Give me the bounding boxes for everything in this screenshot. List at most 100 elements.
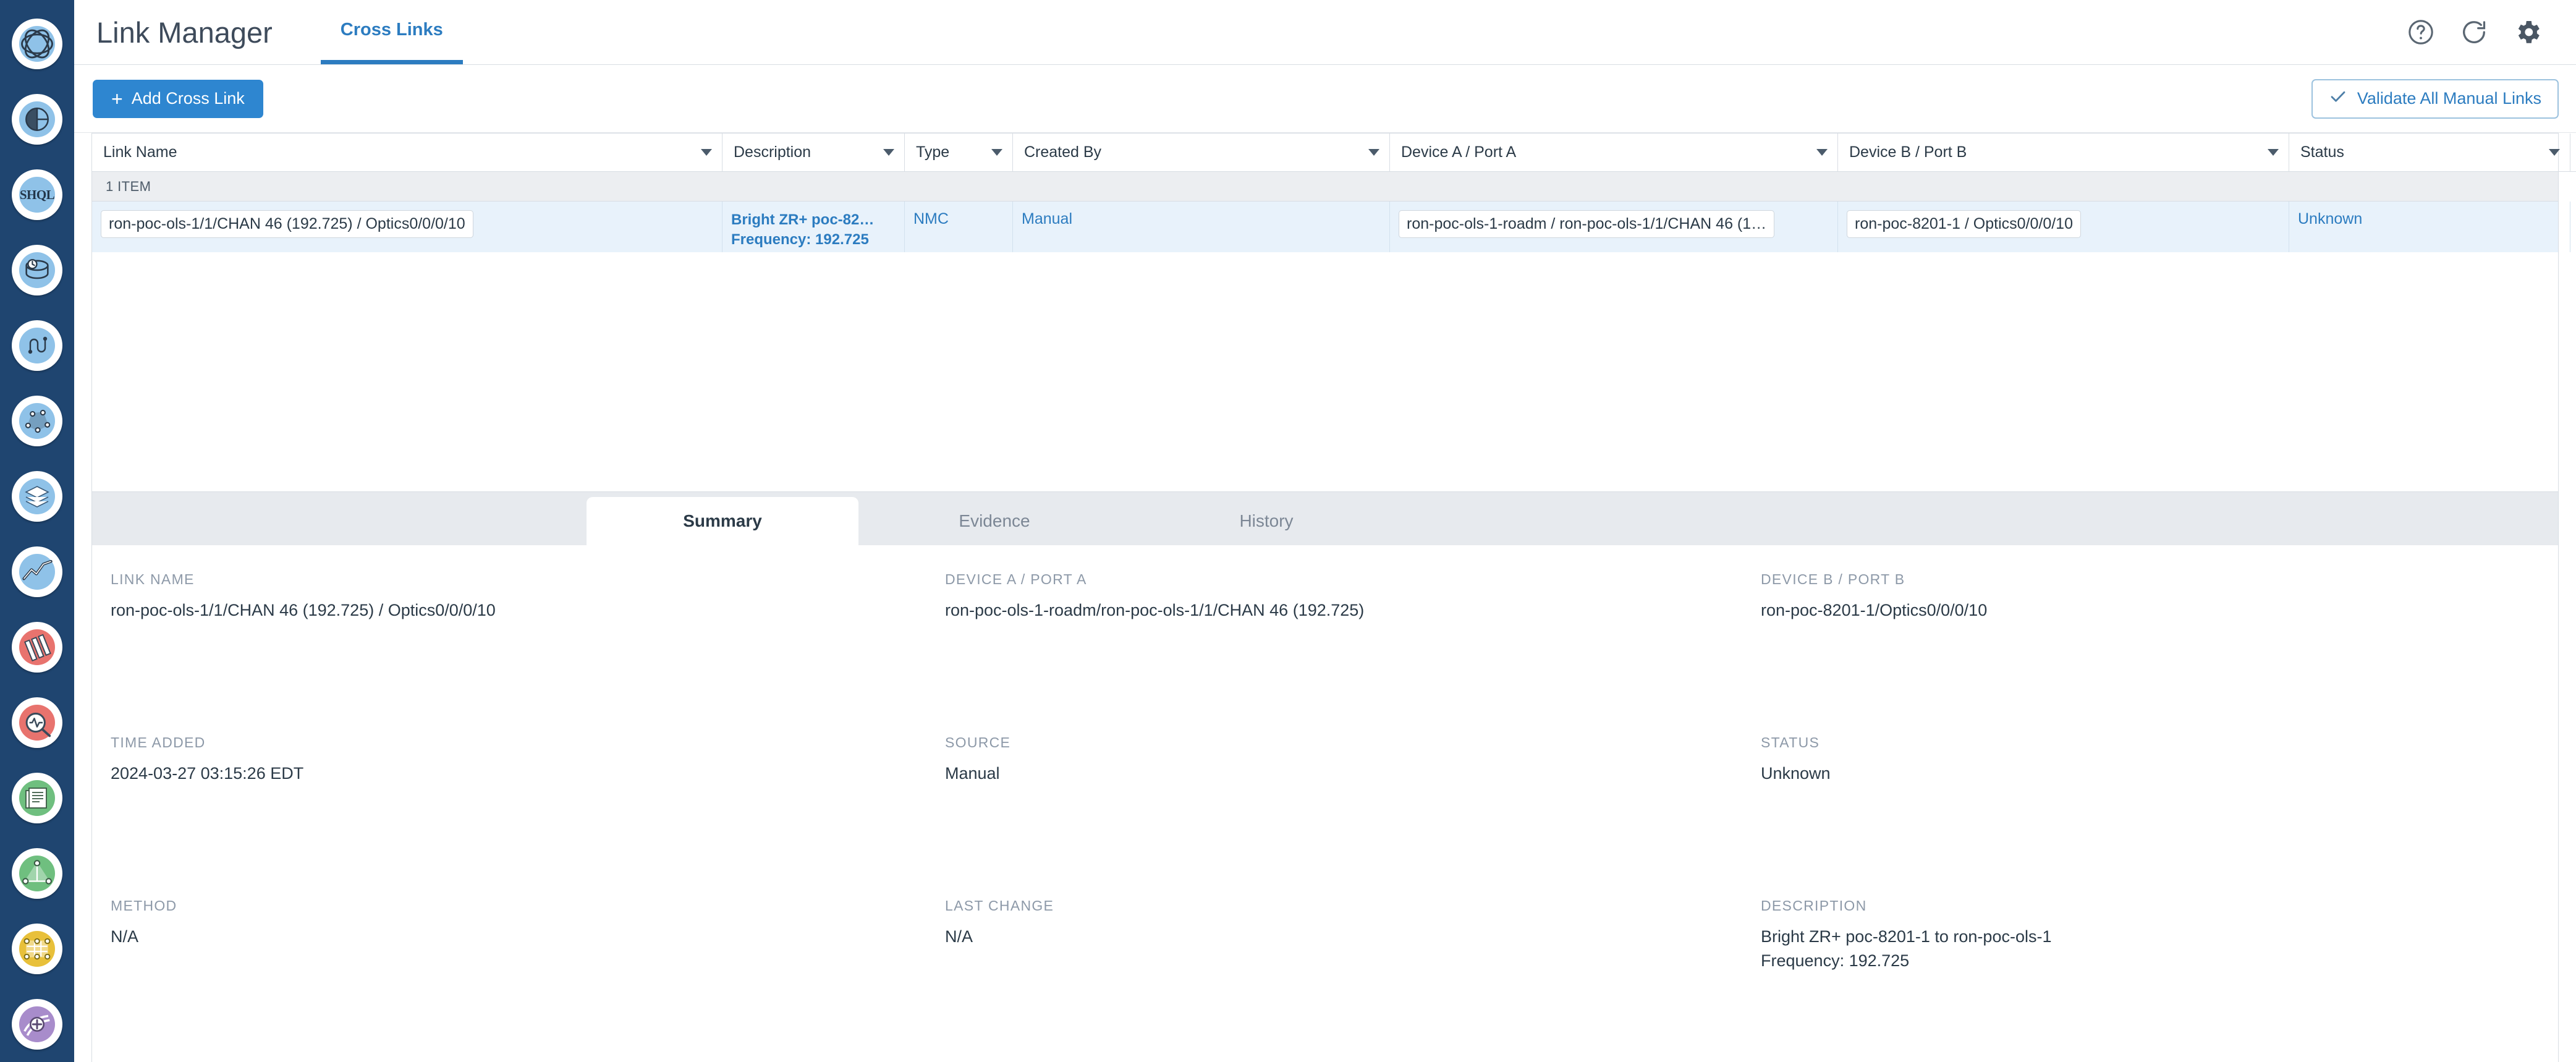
summary-field-value-line: Manual	[945, 764, 1000, 783]
summary-field-value-line: Unknown	[1761, 764, 1831, 783]
grid-links-icon[interactable]	[12, 924, 62, 974]
reports-document-icon[interactable]	[12, 773, 62, 823]
history-database-icon[interactable]	[12, 245, 62, 295]
cell-chip[interactable]: ron-poc-ols-1-roadm / ron-poc-ols-1/1/CH…	[1399, 210, 1775, 238]
help-icon[interactable]	[2407, 18, 2435, 46]
flow-path-icon[interactable]	[12, 320, 62, 371]
column-header-device-b-port-b[interactable]: Device B / Port B	[1838, 134, 2289, 172]
cell-device-b-port-b: ron-poc-8201-1 / Optics0/0/0/10	[1838, 202, 2289, 252]
summary-field-label: STATUS	[1761, 734, 1820, 750]
tab-summary-label: Summary	[683, 511, 762, 530]
shql-query-icon[interactable]: SHQL	[12, 169, 62, 220]
chevron-down-icon[interactable]	[991, 149, 1002, 156]
column-header-description[interactable]: Description	[722, 134, 905, 172]
summary-field-device-b-port-b: DEVICE B / PORT B ron-poc-8201-1/Optics0/…	[1742, 571, 2558, 734]
sidebar-item-2[interactable]: SHQL	[0, 157, 74, 232]
sidebar-item-6[interactable]	[0, 459, 74, 534]
chevron-down-icon[interactable]	[1816, 149, 1828, 156]
column-header-type[interactable]: Type	[905, 134, 1013, 172]
sidebar-item-12[interactable]	[0, 911, 74, 987]
gear-icon[interactable]	[2513, 17, 2543, 47]
sidebar-item-1[interactable]	[0, 82, 74, 157]
cell-type: NMC	[905, 202, 1013, 252]
column-header-link-name[interactable]: Link Name	[92, 134, 722, 172]
icon-glyph	[21, 631, 53, 663]
summary-field-value: ron-poc-8201-1/Optics0/0/0/10	[1761, 598, 2540, 622]
chevron-down-icon[interactable]	[701, 149, 712, 156]
sidebar-item-10[interactable]	[0, 760, 74, 836]
column-header-created-by[interactable]: Created By	[1013, 134, 1390, 172]
main-content: Link Manager Cross Links + Add Cross Lin…	[74, 0, 2576, 1062]
description-text[interactable]: Bright ZR+ poc-82… Frequency: 192.725	[731, 210, 874, 249]
tab-cross-links[interactable]: Cross Links	[320, 0, 463, 64]
page-title: Link Manager	[96, 15, 273, 49]
column-header-label: Status	[2300, 143, 2344, 161]
chevron-down-icon[interactable]	[1368, 149, 1379, 156]
summary-field-value-line: N/A	[945, 927, 973, 946]
icon-glyph	[20, 555, 54, 588]
dashboard-pie-icon[interactable]	[12, 94, 62, 145]
chevron-down-icon[interactable]	[883, 149, 894, 156]
add-plugin-icon[interactable]	[12, 999, 62, 1050]
icon-glyph	[20, 706, 54, 739]
summary-field-label: DESCRIPTION	[1761, 898, 1867, 914]
column-header-label: Device A / Port A	[1401, 143, 1517, 161]
refresh-icon[interactable]	[2460, 18, 2488, 46]
pulse-search-icon[interactable]	[12, 697, 62, 748]
sidebar-item-4[interactable]	[0, 308, 74, 383]
detail-tabstrip: Summary Evidence History	[92, 492, 2558, 545]
chevron-down-icon[interactable]	[2549, 149, 2560, 156]
cell-chip[interactable]: ron-poc-ols-1/1/CHAN 46 (192.725) / Opti…	[101, 210, 473, 238]
alerts-blocked-icon[interactable]	[12, 622, 62, 673]
summary-field-label: SOURCE	[945, 734, 1011, 750]
sidebar-item-9[interactable]	[0, 685, 74, 760]
sidebar-item-7[interactable]	[0, 534, 74, 610]
add-cross-link-button[interactable]: + Add Cross Link	[93, 79, 263, 118]
summary-field-label: TIME ADDED	[111, 734, 206, 750]
cell-created-by: Manual	[1013, 202, 1390, 252]
summary-field-value: ron-poc-ols-1/1/CHAN 46 (192.725) / Opti…	[111, 598, 908, 622]
sidebar-item-3[interactable]	[0, 232, 74, 308]
summary-field-link-name: LINK NAME ron-poc-ols-1/1/CHAN 46 (192.72…	[92, 571, 926, 734]
icon-glyph	[22, 783, 52, 813]
mesh-polygon-icon[interactable]	[12, 396, 62, 446]
check-icon	[2329, 87, 2347, 110]
tab-summary[interactable]: Summary	[587, 497, 858, 545]
summary-field-source: SOURCE Manual	[926, 734, 1742, 898]
app-root: SHQL Link Manager Cross Links + Add Cros…	[0, 0, 2576, 1062]
cell-status: Unknown	[2289, 202, 2570, 252]
icon-glyph	[21, 254, 53, 286]
sidebar-item-5[interactable]	[0, 383, 74, 459]
table-row[interactable]: ron-poc-ols-1/1/CHAN 46 (192.725) / Opti…	[92, 202, 2570, 252]
chevron-down-icon[interactable]	[2268, 149, 2279, 156]
cell-method: N/A	[2570, 202, 2576, 252]
sidebar-item-11[interactable]	[0, 836, 74, 911]
validate-all-manual-links-button[interactable]: Validate All Manual Links	[2311, 79, 2559, 119]
sidebar-item-8[interactable]	[0, 610, 74, 685]
sidebar-item-0[interactable]	[0, 6, 74, 82]
triangle-mesh-icon[interactable]	[12, 848, 62, 899]
summary-field-method: METHOD N/A	[92, 898, 926, 1061]
column-header-method[interactable]: Method	[2570, 134, 2576, 172]
sidebar-item-13[interactable]	[0, 987, 74, 1062]
header-spacer	[463, 0, 2407, 64]
summary-field-value-line: ron-poc-8201-1/Optics0/0/0/10	[1761, 601, 1988, 619]
summary-field-value: N/A	[111, 925, 908, 949]
layers-stack-icon[interactable]	[12, 471, 62, 522]
cell-description: Bright ZR+ poc-82… Frequency: 192.725	[722, 202, 905, 252]
summary-fields: LINK NAME ron-poc-ols-1/1/CHAN 46 (192.72…	[92, 545, 2558, 1062]
cell-chip[interactable]: ron-poc-8201-1 / Optics0/0/0/10	[1847, 210, 2081, 238]
trend-chart-icon[interactable]	[12, 546, 62, 597]
tab-history[interactable]: History	[1130, 497, 1402, 545]
icon-glyph	[22, 331, 52, 360]
icon-glyph	[20, 1008, 54, 1041]
column-header-device-a-port-a[interactable]: Device A / Port A	[1390, 134, 1838, 172]
description-line-1: Bright ZR+ poc-82…	[731, 211, 875, 228]
summary-field-value: N/A	[945, 925, 1724, 949]
tab-evidence-label: Evidence	[959, 511, 1030, 530]
plus-icon: +	[111, 87, 123, 110]
network-topology-icon[interactable]	[12, 19, 62, 69]
summary-row: LINK NAME ron-poc-ols-1/1/CHAN 46 (192.72…	[92, 571, 2558, 734]
column-header-status[interactable]: Status	[2289, 134, 2570, 172]
tab-evidence[interactable]: Evidence	[858, 497, 1130, 545]
